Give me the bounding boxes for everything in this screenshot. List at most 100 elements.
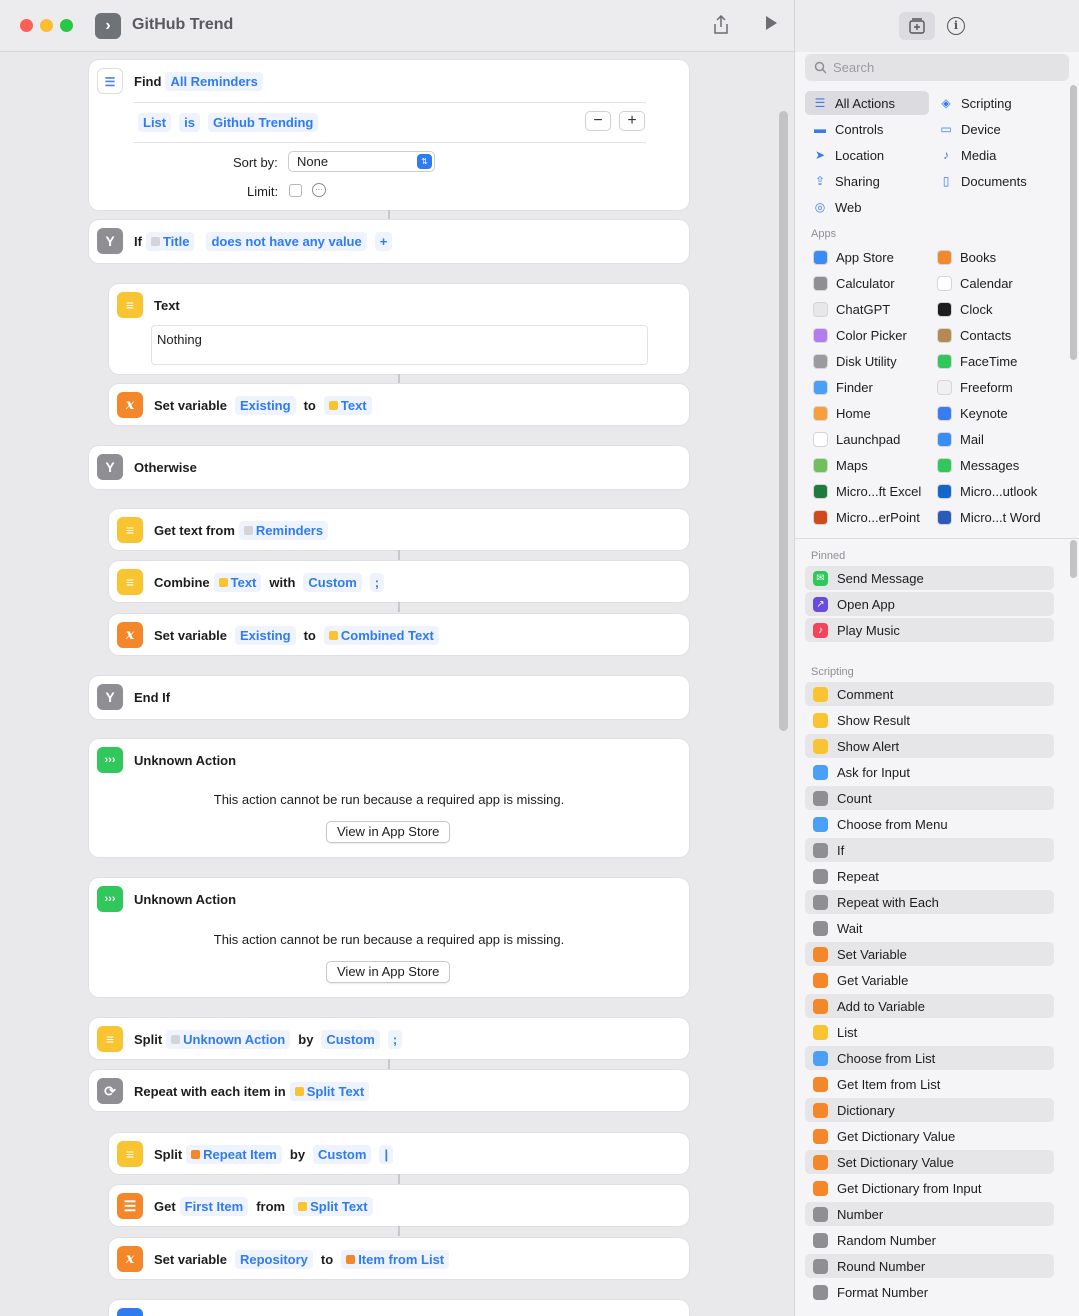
find-reminders-action[interactable]: ☰ Find All Reminders List is Github Tren… [89, 60, 689, 210]
variable-name-token[interactable]: Repository [235, 1249, 313, 1269]
scripting-action-item[interactable]: Get Item from List [805, 1072, 1054, 1096]
end-if-action[interactable]: Y End If [89, 676, 689, 719]
app-item[interactable]: FaceTime [937, 349, 1017, 373]
split-mode-token[interactable]: Custom [313, 1144, 372, 1164]
text-content-field[interactable]: Nothing [151, 325, 648, 365]
app-item[interactable]: Calendar [937, 271, 1013, 295]
scripting-action-item[interactable]: Round Number [805, 1254, 1054, 1278]
partial-action[interactable] [109, 1300, 689, 1316]
scripting-action-item[interactable]: Dictionary [805, 1098, 1054, 1122]
add-condition-button[interactable]: + [374, 231, 393, 251]
set-variable-action[interactable]: x Set variable Repository to Item from L… [109, 1238, 689, 1279]
unknown-action[interactable]: ››› Unknown Action This action cannot be… [89, 739, 689, 857]
get-text-action[interactable]: ≡ Get text from Reminders [109, 509, 689, 550]
app-item[interactable]: Micro...utlook [937, 479, 1037, 503]
scripting-action-item[interactable]: Number [805, 1202, 1054, 1226]
app-item[interactable]: App Store [813, 245, 894, 269]
scripting-action-item[interactable]: If [805, 838, 1054, 862]
app-item[interactable]: Maps [813, 453, 868, 477]
app-item[interactable]: Home [813, 401, 871, 425]
split-input-token[interactable]: Unknown Action [166, 1029, 291, 1049]
if-variable-token[interactable]: Title [145, 231, 195, 251]
pinned-action-item[interactable]: ↗ Open App [805, 592, 1054, 616]
app-item[interactable]: Freeform [937, 375, 1013, 399]
item-source-token[interactable]: Split Text [293, 1196, 373, 1216]
filter-operator-token[interactable]: is [179, 112, 200, 132]
item-position-token[interactable]: First Item [179, 1196, 249, 1216]
variable-name-token[interactable]: Existing [235, 625, 296, 645]
scripting-action-item[interactable]: Show Result [805, 708, 1054, 732]
minimize-window-button[interactable] [40, 19, 53, 32]
app-item[interactable]: ChatGPT [813, 297, 890, 321]
category-media[interactable]: ♪ Media [931, 143, 1055, 167]
add-filter-button[interactable]: + [619, 111, 645, 131]
combine-text-action[interactable]: ≡ Combine Text with Custom ; [109, 561, 689, 602]
share-icon[interactable] [710, 14, 732, 37]
app-item[interactable]: Calculator [813, 271, 895, 295]
scripting-action-item[interactable]: Ask for Input [805, 760, 1054, 784]
scripting-action-item[interactable]: Repeat [805, 864, 1054, 888]
app-item[interactable]: Micro...t Word [937, 505, 1041, 529]
filter-field-token[interactable]: List [138, 112, 172, 132]
variable-name-token[interactable]: Existing [235, 395, 296, 415]
get-item-from-list-action[interactable]: ☰ Get First Item from Split Text [109, 1185, 689, 1226]
variable-value-token[interactable]: Combined Text [323, 625, 439, 645]
info-icon[interactable]: i [947, 17, 965, 35]
find-source-token[interactable]: All Reminders [165, 71, 263, 91]
split-separator-token[interactable]: | [379, 1144, 394, 1164]
scripting-action-item[interactable]: Get Dictionary from Input [805, 1176, 1054, 1200]
scripting-action-item[interactable]: Add to Variable [805, 994, 1054, 1018]
scripting-action-item[interactable]: List [805, 1020, 1054, 1044]
pinned-action-item[interactable]: ✉ Send Message [805, 566, 1054, 590]
scripting-action-item[interactable]: Show Alert [805, 734, 1054, 758]
app-item[interactable]: Disk Utility [813, 349, 897, 373]
category-location[interactable]: ➤ Location [805, 143, 929, 167]
search-input[interactable]: Search [805, 54, 1069, 81]
app-item[interactable]: Books [937, 245, 996, 269]
set-variable-action[interactable]: x Set variable Existing to Combined Text [109, 614, 689, 655]
scripting-action-item[interactable]: Count [805, 786, 1054, 810]
app-item[interactable]: Contacts [937, 323, 1011, 347]
zoom-window-button[interactable] [60, 19, 73, 32]
repeat-with-each-action[interactable]: ⟳ Repeat with each item in Split Text [89, 1070, 689, 1111]
split-mode-token[interactable]: Custom [321, 1029, 380, 1049]
split-input-token[interactable]: Repeat Item [186, 1144, 282, 1164]
app-item[interactable]: Clock [937, 297, 993, 321]
app-item[interactable]: Launchpad [813, 427, 900, 451]
window-title[interactable]: GitHub Trend [132, 16, 233, 34]
set-variable-action[interactable]: x Set variable Existing to Text [109, 384, 689, 425]
repeat-input-token[interactable]: Split Text [289, 1081, 370, 1101]
unknown-action[interactable]: ››› Unknown Action This action cannot be… [89, 878, 689, 997]
scripting-action-item[interactable]: Wait [805, 916, 1054, 940]
remove-filter-button[interactable]: − [585, 111, 611, 131]
scripting-action-item[interactable]: Set Dictionary Value [805, 1150, 1054, 1174]
scripting-action-item[interactable]: Choose from Menu [805, 812, 1054, 836]
split-text-action[interactable]: ≡ Split Unknown Action by Custom ; [89, 1018, 689, 1059]
scripting-action-item[interactable]: Get Dictionary Value [805, 1124, 1054, 1148]
app-item[interactable]: Messages [937, 453, 1019, 477]
filter-value-token[interactable]: Github Trending [207, 112, 319, 132]
run-play-icon[interactable] [760, 15, 782, 37]
variable-value-token[interactable]: Item from List [341, 1249, 450, 1269]
actions-scrollbar[interactable] [1070, 540, 1077, 578]
split-text-action[interactable]: ≡ Split Repeat Item by Custom | [109, 1133, 689, 1174]
app-item[interactable]: Mail [937, 427, 984, 451]
if-condition-token[interactable]: does not have any value [206, 231, 367, 251]
sort-by-select[interactable]: None ⇅ [288, 151, 435, 172]
scripting-action-item[interactable]: Comment [805, 682, 1054, 706]
category-scripting[interactable]: ◈ Scripting [931, 91, 1055, 115]
category-sharing[interactable]: ⇪ Sharing [805, 169, 929, 193]
app-item[interactable]: Keynote [937, 401, 1008, 425]
app-item[interactable]: Color Picker [813, 323, 907, 347]
category-device[interactable]: ▭ Device [931, 117, 1055, 141]
scripting-action-item[interactable]: Get Variable [805, 968, 1054, 992]
action-library-tab[interactable] [899, 12, 935, 40]
scripting-action-item[interactable]: Choose from List [805, 1046, 1054, 1070]
otherwise-action[interactable]: Y Otherwise [89, 446, 689, 489]
variable-value-token[interactable]: Text [323, 395, 372, 415]
scripting-action-item[interactable]: Format Number [805, 1280, 1054, 1304]
if-action[interactable]: Y If Title does not have any value + [89, 220, 689, 263]
combine-value-token[interactable]: Text [213, 572, 262, 592]
editor-scrollbar[interactable] [779, 111, 788, 731]
category-web[interactable]: ◎ Web [805, 195, 929, 219]
